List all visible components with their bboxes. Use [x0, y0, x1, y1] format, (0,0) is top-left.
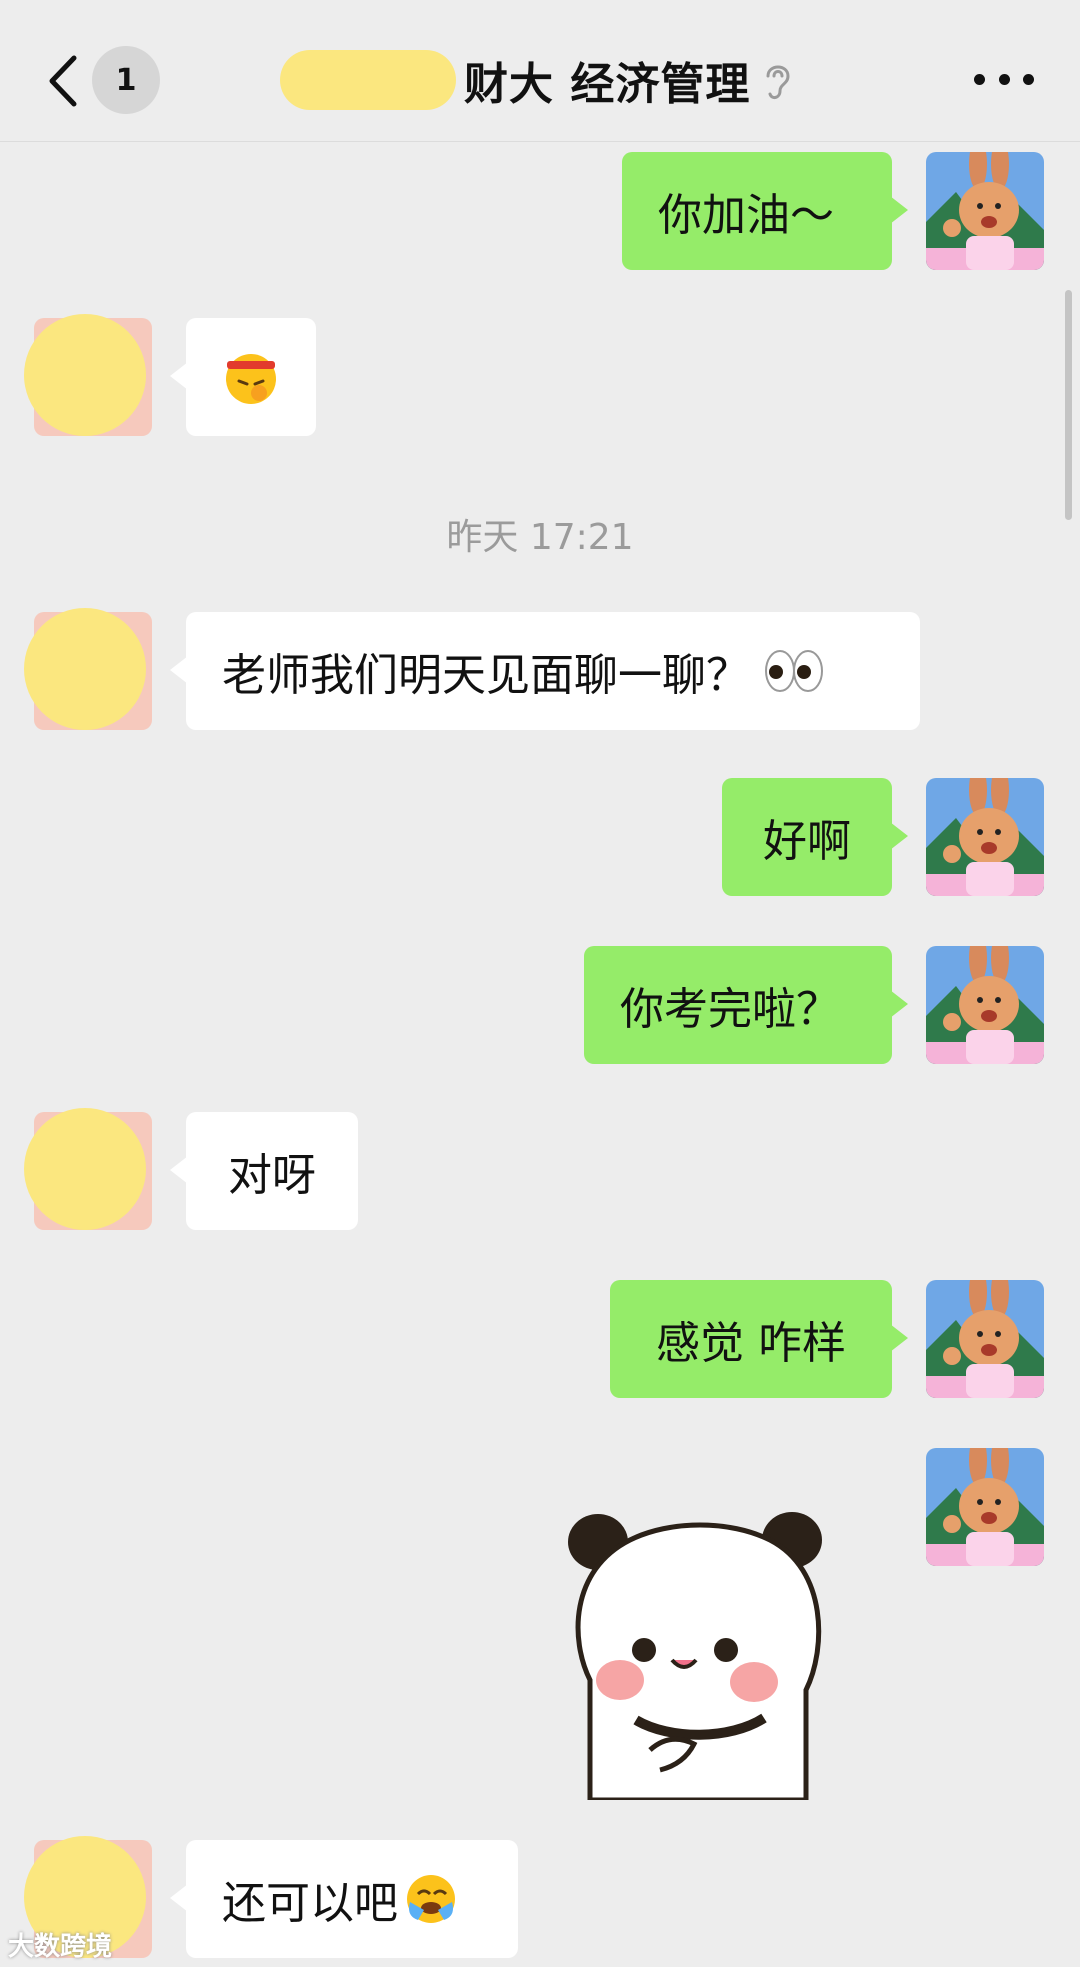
message-bubble-outgoing[interactable]: 你考完啦？ — [584, 946, 908, 1064]
more-dot — [1023, 73, 1034, 85]
panda-sticker[interactable] — [550, 1500, 840, 1803]
panda-sticker-image — [568, 1512, 822, 1803]
redacted-avatar — [24, 608, 146, 730]
message-text: 你加油～ — [658, 190, 834, 241]
message-text: 还可以吧 — [222, 1878, 398, 1929]
self-avatar[interactable] — [926, 1448, 1044, 1566]
eyes-emoji-icon — [765, 650, 823, 692]
message-text: 老师我们明天见面聊一聊？ — [222, 650, 750, 701]
bunny-avatar-image — [926, 1448, 1044, 1566]
message-text: 你考完啦？ — [620, 984, 840, 1035]
self-avatar[interactable] — [926, 1280, 1044, 1398]
unread-count-badge[interactable]: 1 — [92, 46, 160, 114]
message-bubble-incoming[interactable]: 对呀 — [170, 1112, 358, 1230]
more-options-button[interactable] — [974, 62, 1034, 96]
more-dots-icon — [974, 73, 985, 85]
bunny-avatar-image — [926, 1280, 1044, 1398]
peer-avatar[interactable] — [24, 314, 152, 436]
self-avatar[interactable] — [926, 946, 1044, 1064]
message-bubble-incoming[interactable]: 老师我们明天见面聊一聊？ — [170, 612, 920, 730]
more-dot — [998, 73, 1010, 85]
bunny-avatar-image — [926, 778, 1044, 896]
self-avatar[interactable] — [926, 152, 1044, 270]
scrollbar[interactable] — [1065, 290, 1072, 520]
message-bubble-incoming[interactable] — [170, 318, 316, 436]
redacted-name — [280, 50, 456, 110]
back-button[interactable] — [40, 46, 84, 116]
chevron-left-icon — [49, 55, 77, 107]
ear-icon — [766, 65, 790, 100]
message-bubble-outgoing[interactable]: 好啊 — [722, 778, 908, 896]
redacted-avatar — [24, 1108, 146, 1230]
message-text: 对呀 — [228, 1150, 316, 1201]
message-bubble-incoming[interactable]: 还可以吧 — [170, 1840, 518, 1958]
determined-emoji-icon — [226, 354, 276, 404]
peer-avatar[interactable] — [24, 608, 152, 730]
chat-title-text: 财大 经济管理 — [464, 59, 751, 110]
chat-title: 财大 经济管理 — [280, 40, 794, 120]
message-text: 感觉 咋样 — [656, 1318, 846, 1369]
peer-avatar[interactable] — [24, 1108, 152, 1230]
message-text: 好啊 — [763, 816, 851, 867]
chat-screen: 1 财大 经济管理 你加油～ 昨天 17:21 老师我们明天见面聊一聊？ 好啊 … — [0, 0, 1080, 1967]
self-avatar[interactable] — [926, 778, 1044, 896]
crying-emoji-icon — [407, 1875, 455, 1923]
redacted-avatar — [24, 314, 146, 436]
message-bubble-outgoing[interactable]: 感觉 咋样 — [610, 1280, 908, 1398]
watermark: 大数跨境 — [8, 1932, 113, 1962]
chat-header: 1 财大 经济管理 — [0, 0, 1080, 142]
bunny-avatar-image — [926, 946, 1044, 1064]
message-timestamp: 昨天 17:21 — [446, 517, 634, 558]
message-bubble-outgoing[interactable]: 你加油～ — [622, 152, 908, 270]
bunny-avatar-image — [926, 152, 1044, 270]
